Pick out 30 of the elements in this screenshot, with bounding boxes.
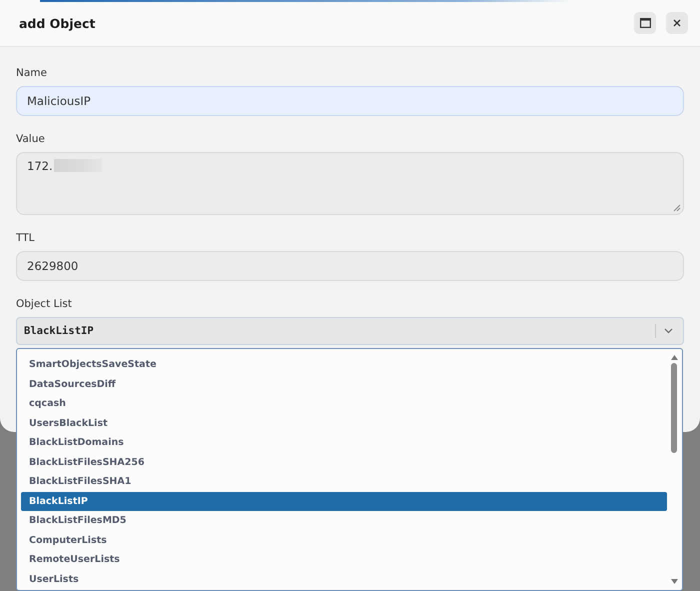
object-list-dropdown[interactable]: BlackListIP [16,317,684,345]
input-field[interactable]: 2629800 [16,251,684,281]
chevron-down-icon [664,328,673,334]
value-field[interactable]: 172. [16,152,684,215]
list-option[interactable]: BlackListFilesMD5 [21,511,667,530]
list-option[interactable]: SmartObjectsSaveState [21,355,667,374]
list-option[interactable]: cqcash [21,394,667,414]
maximize-icon [640,18,650,28]
window-title: add Object [19,16,96,30]
list-option[interactable]: ComputerLists [21,530,667,550]
field-label: Object List [16,298,73,310]
scroll-up-icon[interactable] [670,355,678,360]
list-option[interactable]: DataSourcesDiff [21,374,667,394]
close-button[interactable] [666,12,688,34]
field-label: Value [16,133,46,145]
list-option[interactable]: RemoteUserLists [21,550,667,570]
resize-grip-icon [673,204,681,212]
list-option[interactable]: BlackListFilesSHA256 [21,452,667,472]
list-option[interactable]: BlackListFilesSHA1 [21,472,667,492]
list-option[interactable]: UsersBlackList [21,414,667,433]
close-icon [673,19,681,27]
input-field[interactable]: MaliciousIP [16,86,684,116]
list-option[interactable]: UserLists [21,570,667,589]
scroll-down-icon[interactable] [670,579,678,584]
maximize-button[interactable] [634,12,656,34]
field-label: TTL [16,232,36,244]
field-label: Name [16,67,48,79]
field-value: 172. [27,159,53,173]
list-option[interactable]: BlackListIP [21,492,667,511]
list-option[interactable]: BlackListDomains [21,433,667,452]
